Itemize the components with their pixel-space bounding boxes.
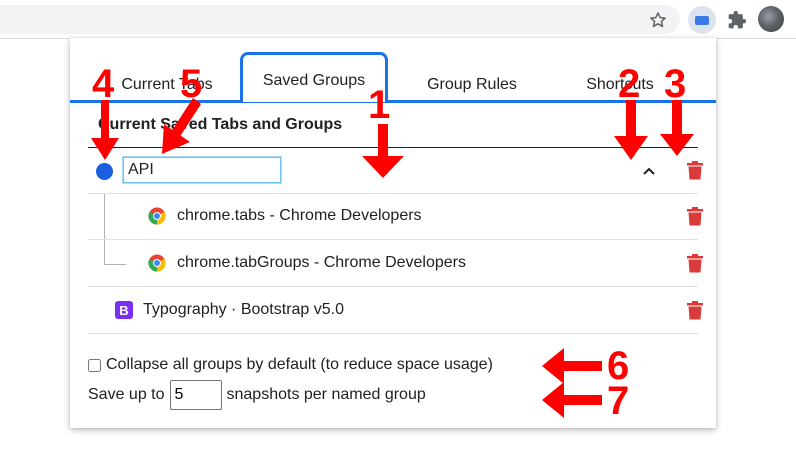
annotation-number-1: 1 (368, 83, 391, 127)
tab-title: chrome.tabGroups - Chrome Developers (177, 254, 467, 271)
annotation-number-4: 4 (92, 62, 115, 106)
extension-active-icon[interactable] (688, 6, 716, 34)
annotation-number-5: 5 (180, 62, 203, 106)
tab-current-tabs[interactable]: Current Tabs (106, 67, 228, 103)
trash-icon[interactable] (684, 159, 706, 181)
chrome-icon (148, 254, 166, 272)
avatar[interactable] (758, 6, 784, 32)
collapse-label: Collapse all groups by default (to reduc… (106, 356, 493, 373)
browser-toolbar (0, 0, 796, 39)
collapse-checkbox[interactable] (88, 358, 101, 372)
snapshots-suffix: snapshots per named group (226, 386, 426, 403)
trash-icon[interactable] (684, 205, 706, 227)
section-title: Current Saved Tabs and Groups (98, 116, 343, 133)
tab-title: chrome.tabs - Chrome Developers (177, 207, 422, 224)
snapshots-prefix: Save up to (88, 386, 165, 403)
group-row (88, 148, 703, 194)
puzzle-icon[interactable] (725, 8, 749, 32)
trash-icon[interactable] (684, 252, 706, 274)
chrome-icon (148, 207, 166, 225)
annotation-number-7: 7 (607, 379, 630, 423)
list-item[interactable]: chrome.tabGroups - Chrome Developers (88, 241, 703, 287)
list-item[interactable]: B Typography · Bootstrap v5.0 (88, 288, 703, 334)
chevron-up-icon[interactable] (638, 160, 660, 182)
trash-icon[interactable] (684, 299, 706, 321)
star-icon[interactable] (646, 8, 670, 32)
bootstrap-icon: B (115, 301, 133, 319)
group-color-dot[interactable] (96, 163, 113, 180)
tab-group-rules[interactable]: Group Rules (410, 67, 534, 103)
tab-title: Typography · Bootstrap v5.0 (143, 301, 344, 318)
address-bar[interactable] (0, 5, 680, 34)
annotation-number-3: 3 (664, 62, 687, 106)
tab-saved-groups[interactable]: Saved Groups (240, 52, 388, 102)
list-item[interactable]: chrome.tabs - Chrome Developers (88, 194, 703, 240)
collapse-option: Collapse all groups by default (to reduc… (88, 356, 493, 374)
annotation-number-2: 2 (618, 62, 641, 106)
snapshots-input[interactable] (169, 380, 222, 410)
group-name-input[interactable] (122, 156, 282, 184)
snapshots-option: Save up to snapshots per named group (88, 380, 426, 410)
